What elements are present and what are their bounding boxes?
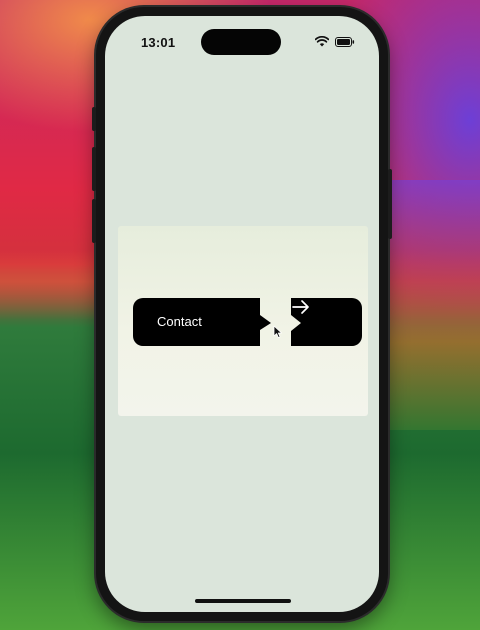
status-bar: 13:01 [105, 16, 379, 62]
status-icons [315, 36, 355, 47]
arrow-button[interactable] [291, 298, 362, 346]
preview-card: Contact [118, 226, 368, 416]
contact-button-shape [133, 298, 271, 346]
iphone-frame: 13:01 Contact [92, 7, 392, 621]
dynamic-island [201, 29, 281, 55]
contact-button[interactable]: Contact [133, 298, 276, 346]
status-time: 13:01 [141, 35, 176, 50]
home-indicator [195, 599, 291, 603]
action-button [92, 107, 96, 131]
volume-down-button [92, 199, 96, 243]
phone-screen: 13:01 Contact [105, 16, 379, 612]
contact-button-label: Contact [157, 314, 202, 329]
power-button [388, 169, 392, 239]
volume-up-button [92, 147, 96, 191]
battery-icon [335, 36, 355, 47]
wifi-icon [315, 36, 329, 47]
arrow-right-icon [292, 300, 309, 314]
mouse-pointer-icon [273, 325, 282, 338]
